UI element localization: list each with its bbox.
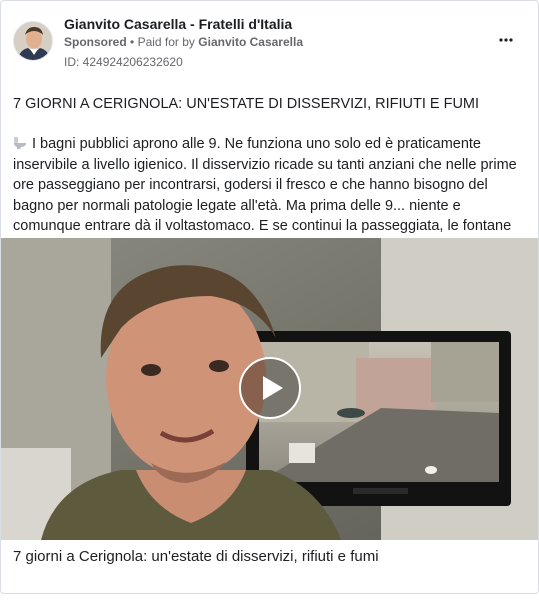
toilet-icon <box>13 136 27 150</box>
paid-for-prefix: Paid for by <box>137 35 195 49</box>
paid-for-name: Gianvito Casarella <box>198 35 303 49</box>
video-caption[interactable]: 7 giorni a Cerignola: un'estate di disse… <box>13 548 379 565</box>
post-body-text: I bagni pubblici aprono alle 9. Ne funzi… <box>13 136 517 254</box>
ad-id: ID: 424924206232620 <box>64 55 183 69</box>
meta-separator: • <box>130 35 135 49</box>
post-title: 7 GIORNI A CERIGNOLA: UN'ESTATE DI DISSE… <box>13 96 480 112</box>
sponsored-label: Sponsored <box>64 35 127 49</box>
ad-meta: Sponsored • Paid for by Gianvito Casarel… <box>64 35 303 49</box>
post-body: 7 GIORNI A CERIGNOLA: UN'ESTATE DI DISSE… <box>13 94 524 257</box>
post-header: Gianvito Casarella - Fratelli d'Italia S… <box>13 13 526 73</box>
play-icon[interactable] <box>239 357 301 419</box>
page-avatar[interactable] <box>13 21 53 61</box>
ad-card: Gianvito Casarella - Fratelli d'Italia S… <box>0 0 539 594</box>
more-options-icon[interactable] <box>494 32 518 52</box>
page-name[interactable]: Gianvito Casarella - Fratelli d'Italia <box>64 16 292 32</box>
